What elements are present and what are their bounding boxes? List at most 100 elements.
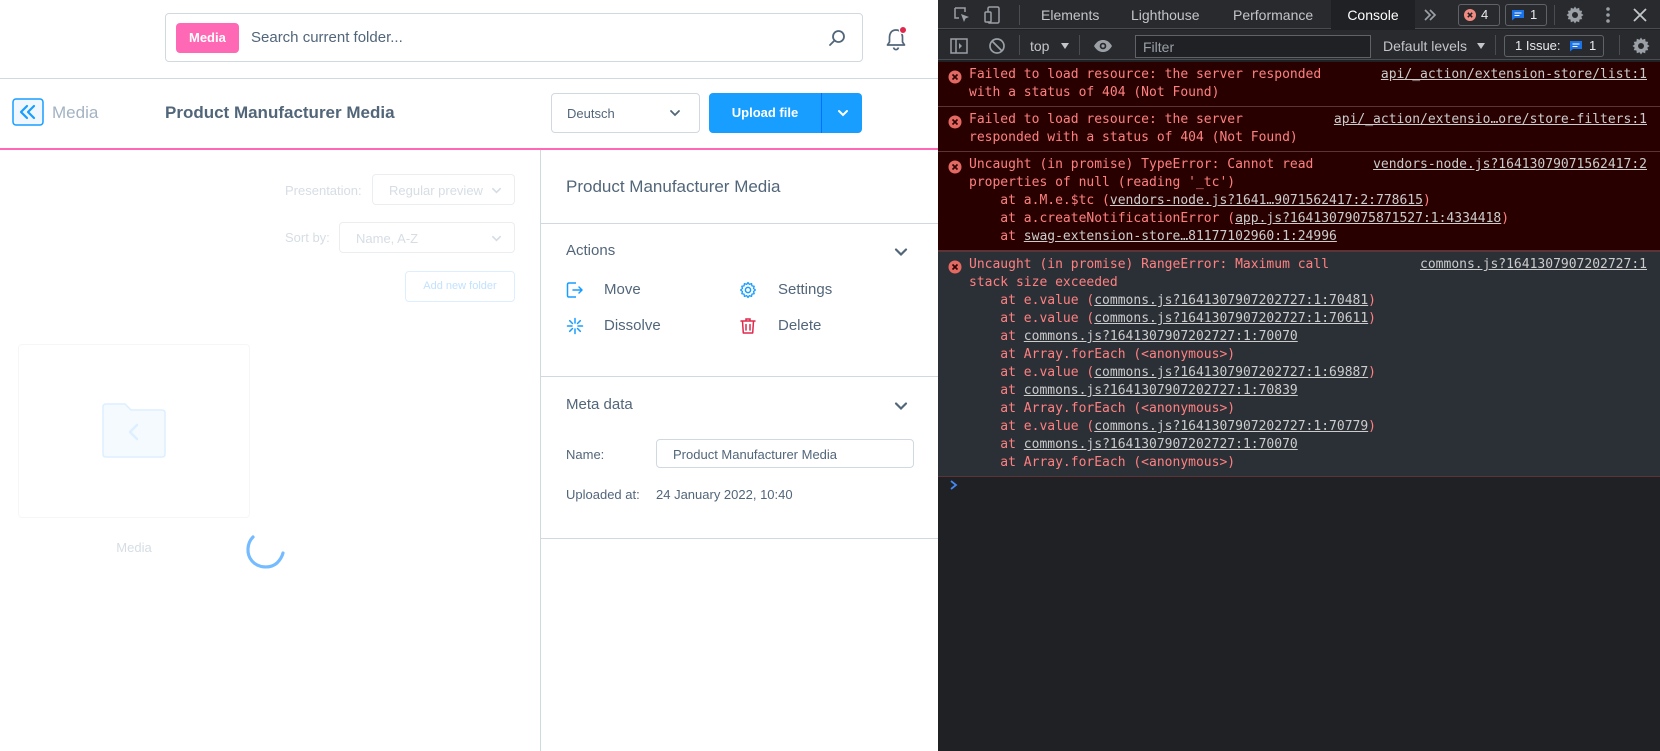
filter-placeholder: Filter <box>1143 39 1175 55</box>
move-action[interactable]: Move <box>604 281 641 298</box>
error-count-badge[interactable]: 4 <box>1458 4 1500 26</box>
kebab-menu-icon[interactable] <box>1598 5 1618 25</box>
delete-action[interactable]: Delete <box>778 317 821 334</box>
stack-frame-link[interactable]: commons.js?1641307907202727:1:70481 <box>1094 293 1368 308</box>
console-line-text: Uncaught (in promise) TypeError: Cannot … <box>969 157 1314 172</box>
stack-frame-link[interactable]: commons.js?1641307907202727:1:69887 <box>1094 365 1368 380</box>
console-line: at Array.forEach (<anonymous>) <box>938 454 1660 472</box>
add-new-folder-button[interactable]: Add new folder <box>405 271 515 302</box>
presentation-select[interactable]: Regular preview <box>372 174 515 205</box>
log-levels-select[interactable]: Default levels <box>1383 38 1467 54</box>
stack-frame-link[interactable]: commons.js?1641307907202727:1:70611 <box>1094 311 1368 326</box>
toolbar-separator <box>1619 35 1620 55</box>
device-toolbar-icon[interactable] <box>983 5 1003 25</box>
stack-frame-link[interactable]: swag-extension-store…81177102960:1:24996 <box>1024 229 1337 244</box>
stack-frame-link[interactable]: commons.js?1641307907202727:1:70070 <box>1024 437 1298 452</box>
console-line: at e.value (commons.js?1641307907202727:… <box>938 292 1660 310</box>
caret-down-icon <box>1477 43 1485 49</box>
sidebar-toggle-icon[interactable] <box>949 36 969 56</box>
search-input[interactable]: Search current folder... <box>251 29 403 46</box>
issues-label: 1 Issue: <box>1515 38 1561 53</box>
clear-console-icon[interactable] <box>987 36 1007 56</box>
folder-name: Media <box>116 540 152 555</box>
toolbar-separator <box>1019 35 1020 55</box>
console-line-text: properties of null (reading '_tc') <box>969 175 1236 190</box>
notification-bell-icon[interactable] <box>884 26 908 52</box>
loading-spinner-icon <box>246 535 285 569</box>
gear-icon[interactable] <box>1565 5 1585 25</box>
console-line-text: at Array.forEach (<anonymous>) <box>969 455 1236 470</box>
source-link[interactable]: api/_action/extensio…ore/store-filters:1 <box>1334 111 1647 129</box>
tab-performance[interactable]: Performance <box>1233 7 1313 23</box>
chevron-down-icon[interactable] <box>837 107 849 119</box>
console-line-text: responded with a status of 404 (Not Foun… <box>969 130 1298 145</box>
upload-file-button[interactable]: Upload file <box>709 93 862 133</box>
context-select[interactable]: top <box>1030 38 1049 54</box>
console-line-tail: ) <box>1422 193 1431 208</box>
issues-badge[interactable]: 1 Issue: 1 <box>1504 35 1604 57</box>
console-line: at a.M.e.$tc (vendors-node.js?1641…90715… <box>938 192 1660 210</box>
chevron-down-icon <box>670 110 680 117</box>
settings-icon <box>739 281 757 299</box>
console-line: responded with a status of 404 (Not Foun… <box>938 129 1660 147</box>
console-line: at Array.forEach (<anonymous>) <box>938 400 1660 418</box>
language-select[interactable]: Deutsch <box>551 93 700 133</box>
smartbar-divider <box>0 148 938 150</box>
dissolve-action[interactable]: Dissolve <box>604 317 661 334</box>
filter-input[interactable]: Filter <box>1135 35 1371 58</box>
stack-frame-link[interactable]: commons.js?1641307907202727:1:70070 <box>1024 329 1298 344</box>
inspect-element-icon[interactable] <box>952 5 972 25</box>
console-line: with a status of 404 (Not Found) <box>938 84 1660 102</box>
eye-icon[interactable] <box>1093 36 1113 56</box>
console-line-text: Uncaught (in promise) RangeError: Maximu… <box>969 257 1330 272</box>
console-toolbar: top Filter Default levels 1 Issue: 1 <box>938 30 1660 60</box>
presentation-select-value: Regular preview <box>389 183 483 198</box>
tab-console-label: Console <box>1347 7 1399 23</box>
console-line-tail: ) <box>1368 293 1376 308</box>
message-count-badge[interactable]: 1 <box>1505 4 1547 26</box>
gear-icon[interactable] <box>1631 36 1651 56</box>
close-icon[interactable] <box>1630 5 1650 25</box>
stack-frame-link[interactable]: commons.js?1641307907202727:1:70779 <box>1094 419 1368 434</box>
source-link[interactable]: commons.js?1641307907202727:1 <box>1420 256 1647 274</box>
settings-action[interactable]: Settings <box>778 281 832 298</box>
console-line: Uncaught (in promise) RangeError: Maximu… <box>938 256 1660 274</box>
console-line-tail: ) <box>1501 211 1510 226</box>
source-link[interactable]: vendors-node.js?16413079071562417:2 <box>1373 156 1647 174</box>
console-line: stack size exceeded <box>938 274 1660 292</box>
console-line-text: at <box>969 383 1024 398</box>
sort-select-value: Name, A-Z <box>356 231 419 246</box>
back-icon[interactable] <box>12 98 44 126</box>
source-link[interactable]: api/_action/extension-store/list:1 <box>1381 66 1647 84</box>
stack-frame-link[interactable]: commons.js?1641307907202727:1:70839 <box>1024 383 1298 398</box>
toolbar-separator <box>1554 5 1555 25</box>
console-line-text: Failed to load resource: the server <box>969 112 1243 127</box>
header-divider <box>0 78 938 79</box>
console-prompt-icon[interactable] <box>948 479 960 491</box>
chevron-down-icon[interactable] <box>894 245 908 259</box>
console-line: Failed to load resource: the server resp… <box>938 66 1660 84</box>
search-bar[interactable]: Media Search current folder... <box>165 13 863 62</box>
more-tabs-icon[interactable] <box>1420 5 1440 25</box>
move-icon <box>566 282 583 298</box>
chevron-down-icon[interactable] <box>894 399 908 413</box>
chevron-down-icon <box>492 235 501 242</box>
devtools-panel: Elements Lighthouse Performance Console … <box>938 0 1660 751</box>
stack-frame-link[interactable]: vendors-node.js?1641…9071562417:2:778615 <box>1110 193 1423 208</box>
name-field[interactable]: Product Manufacturer Media <box>656 439 914 468</box>
message-count: 1 <box>1530 7 1538 22</box>
tab-lighthouse[interactable]: Lighthouse <box>1131 7 1200 23</box>
console-line: at commons.js?1641307907202727:1:70070 <box>938 436 1660 454</box>
name-field-value: Product Manufacturer Media <box>673 447 838 462</box>
tab-console[interactable]: Console <box>1331 0 1415 29</box>
issues-count: 1 <box>1589 38 1597 53</box>
stack-frame-link[interactable]: app.js?16413079075871527:1:4334418 <box>1235 211 1501 226</box>
tab-elements[interactable]: Elements <box>1041 7 1099 23</box>
console-error-message: Uncaught (in promise) RangeError: Maximu… <box>938 251 1660 477</box>
meta-data-title: Meta data <box>566 396 633 413</box>
console-line: at Array.forEach (<anonymous>) <box>938 346 1660 364</box>
search-icon[interactable] <box>828 29 846 47</box>
console-line: at e.value (commons.js?1641307907202727:… <box>938 364 1660 382</box>
sort-select[interactable]: Name, A-Z <box>339 222 515 253</box>
trash-icon <box>740 318 756 334</box>
